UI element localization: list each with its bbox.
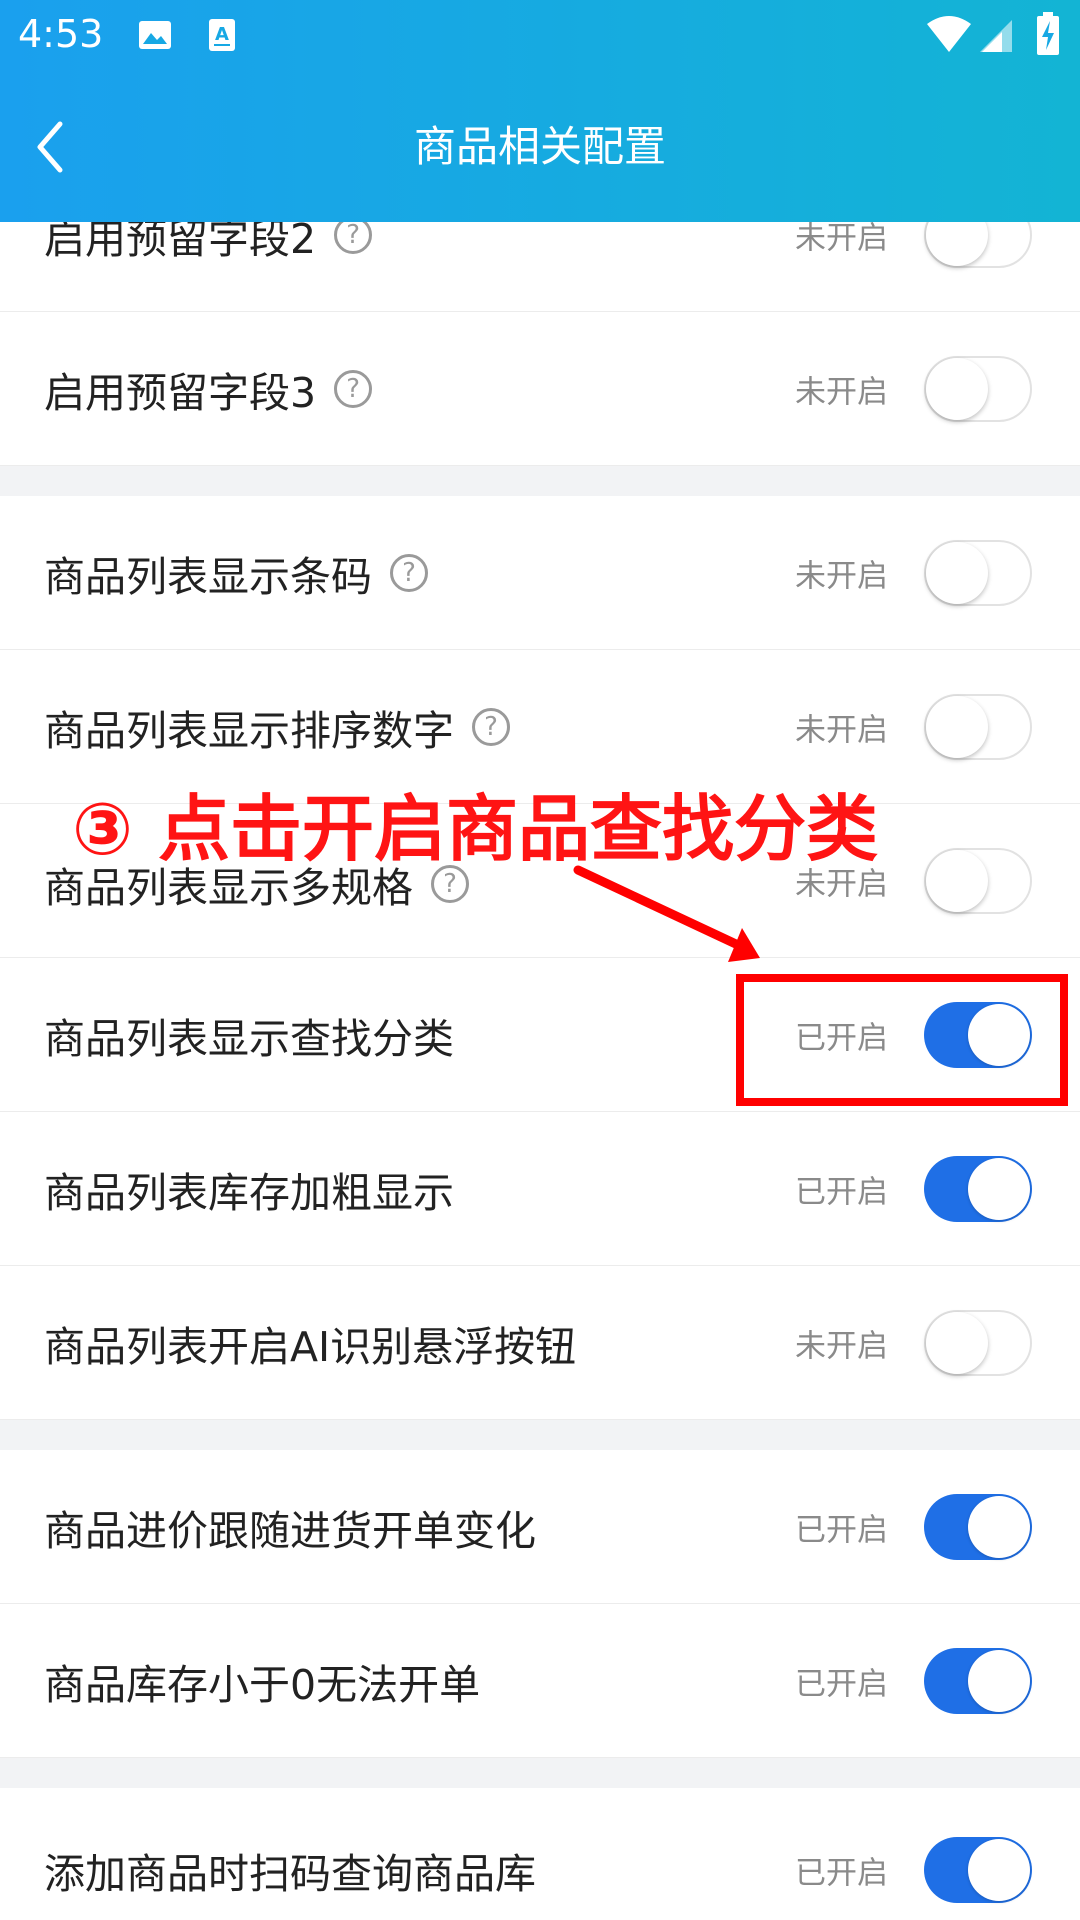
setting-label: 商品进价跟随进货开单变化 bbox=[44, 1506, 536, 1555]
setting-label: 商品库存小于0无法开单 bbox=[44, 1660, 481, 1709]
setting-status: 已开启 bbox=[795, 1855, 888, 1892]
setting-row-show-barcode[interactable]: 商品列表显示条码 ? 未开启 bbox=[0, 496, 1080, 650]
tutorial-annotation: ③ 点击开启商品查找分类 bbox=[72, 787, 879, 871]
setting-row-cost-follows-purchase[interactable]: 商品进价跟随进货开单变化 已开启 bbox=[0, 1450, 1080, 1604]
image-icon bbox=[139, 21, 171, 49]
setting-status: 未开启 bbox=[795, 558, 888, 594]
toggle-switch[interactable] bbox=[924, 355, 1032, 422]
setting-row-negative-stock-block[interactable]: 商品库存小于0无法开单 已开启 bbox=[0, 1604, 1080, 1758]
toggle-switch[interactable] bbox=[924, 1493, 1032, 1560]
toggle-knob bbox=[968, 1157, 1030, 1220]
highlight-box bbox=[736, 974, 1068, 1106]
setting-status: 已开启 bbox=[795, 1512, 888, 1548]
toggle-knob bbox=[968, 1649, 1030, 1712]
setting-row-scan-query-library[interactable]: 添加商品时扫码查询商品库 已开启 bbox=[0, 1788, 1080, 1920]
section-separator bbox=[0, 466, 1080, 496]
svg-text:A: A bbox=[215, 24, 229, 45]
setting-label: 商品列表库存加粗显示 bbox=[44, 1168, 454, 1217]
app-header: 4:53 A 商品相关配置 bbox=[0, 0, 1080, 222]
setting-status: 已开启 bbox=[795, 1666, 888, 1702]
section-separator bbox=[0, 1420, 1080, 1450]
battery-charging-icon bbox=[1037, 12, 1059, 55]
setting-label: 添加商品时扫码查询商品库 bbox=[44, 1850, 536, 1898]
signal-icon bbox=[980, 20, 1012, 52]
toggle-knob bbox=[968, 1839, 1030, 1901]
setting-status: 未开启 bbox=[795, 1328, 888, 1364]
setting-label: 商品列表显示排序数字 bbox=[44, 706, 454, 755]
setting-status: 未开启 bbox=[795, 712, 888, 748]
setting-row-reserved-field-3[interactable]: 启用预留字段3 ? 未开启 bbox=[0, 312, 1080, 466]
toggle-switch[interactable] bbox=[924, 693, 1032, 760]
toggle-knob bbox=[926, 1311, 988, 1374]
setting-label: 启用预留字段3 bbox=[44, 368, 317, 417]
help-icon[interactable]: ? bbox=[334, 369, 373, 408]
toggle-knob bbox=[926, 695, 988, 758]
page-title: 商品相关配置 bbox=[413, 122, 666, 171]
toggle-knob bbox=[926, 541, 988, 604]
toggle-switch[interactable] bbox=[924, 847, 1032, 914]
setting-label: 商品列表显示查找分类 bbox=[44, 1014, 454, 1063]
setting-label: 商品列表开启AI识别悬浮按钮 bbox=[44, 1322, 577, 1371]
status-bar: 4:53 A bbox=[0, 0, 1080, 74]
help-icon[interactable]: ? bbox=[390, 553, 428, 592]
toggle-switch[interactable] bbox=[924, 1155, 1032, 1222]
help-icon[interactable]: ? bbox=[472, 707, 510, 746]
toggle-knob bbox=[926, 357, 988, 420]
toggle-switch[interactable] bbox=[924, 1647, 1032, 1714]
wifi-icon bbox=[927, 16, 971, 52]
text-recognition-icon: A bbox=[209, 19, 235, 51]
status-time: 4:53 bbox=[18, 12, 104, 56]
section-separator bbox=[0, 1758, 1080, 1788]
setting-row-ai-float-button[interactable]: 商品列表开启AI识别悬浮按钮 未开启 bbox=[0, 1266, 1080, 1420]
toggle-knob bbox=[968, 1495, 1030, 1558]
setting-status: 未开启 bbox=[795, 374, 888, 410]
toggle-switch[interactable] bbox=[924, 1837, 1032, 1903]
toggle-switch[interactable] bbox=[924, 539, 1032, 606]
toggle-knob bbox=[926, 849, 988, 912]
setting-row-bold-stock[interactable]: 商品列表库存加粗显示 已开启 bbox=[0, 1112, 1080, 1266]
setting-label: 商品列表显示条码 bbox=[44, 552, 372, 601]
setting-status: 已开启 bbox=[795, 1174, 888, 1210]
toggle-switch[interactable] bbox=[924, 1309, 1032, 1376]
